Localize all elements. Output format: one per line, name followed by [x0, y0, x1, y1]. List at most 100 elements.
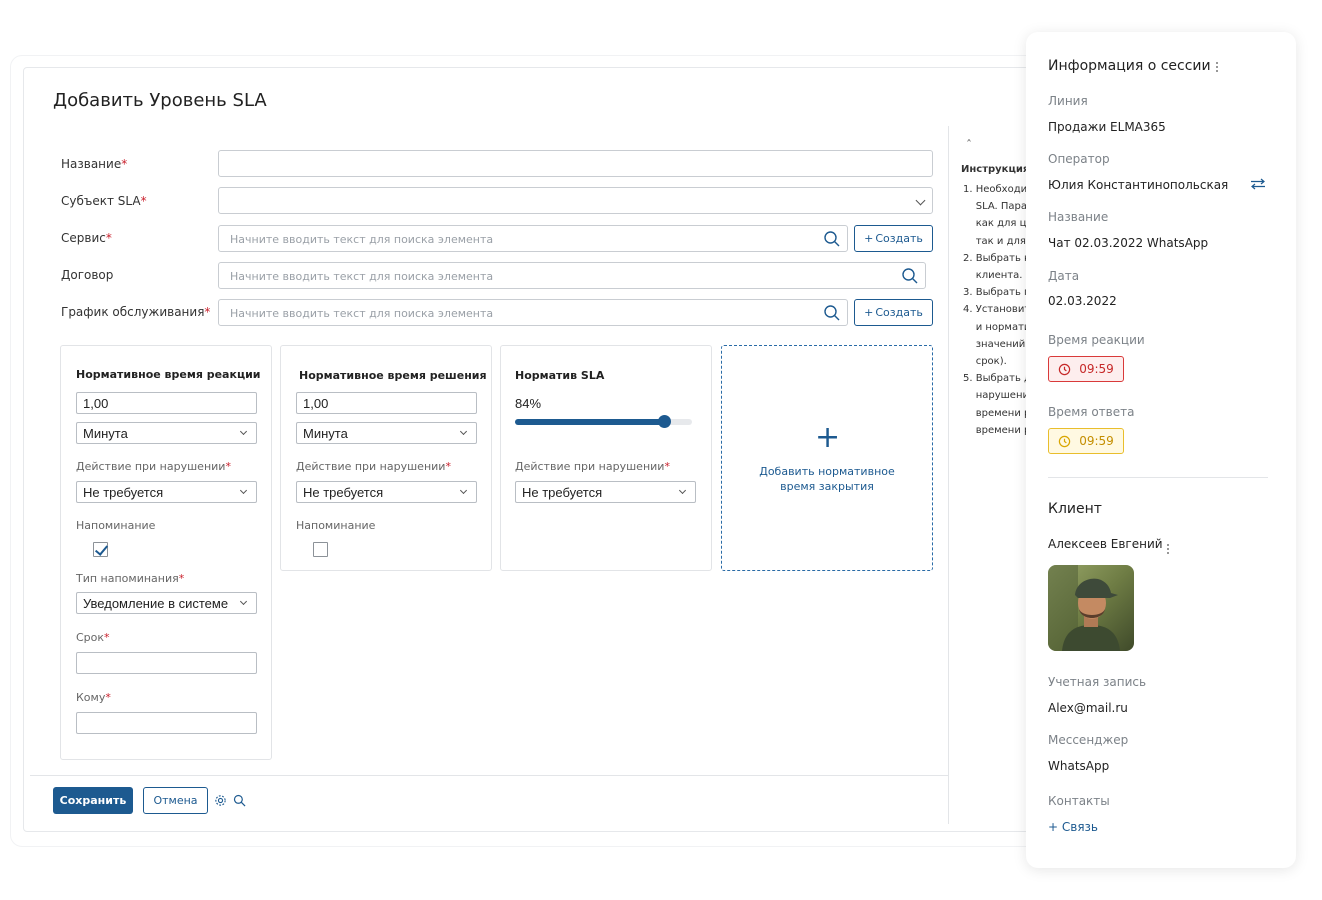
deadline-input[interactable]	[76, 652, 257, 674]
schedule-label: График обслуживания*	[61, 305, 211, 319]
contacts-label: Контакты	[1048, 794, 1110, 808]
subject-label: Субъект SLA*	[61, 194, 147, 208]
divider	[948, 126, 949, 824]
search-icon[interactable]	[823, 304, 841, 322]
resolution-value-input[interactable]: 1,00	[296, 392, 477, 414]
violation-select[interactable]: Не требуется	[296, 481, 477, 503]
line-label: Линия	[1048, 94, 1088, 108]
client-title: Клиент	[1048, 501, 1102, 517]
instruction-line: 2. Выбрать к	[963, 252, 1026, 264]
instruction-line: клиента.	[963, 270, 1023, 282]
sla-slider[interactable]	[515, 415, 692, 428]
search-icon[interactable]	[901, 267, 919, 285]
search-icon[interactable]	[233, 794, 246, 807]
chevron-down-icon	[459, 427, 468, 436]
service-label: Сервис*	[61, 231, 112, 245]
chevron-down-icon	[239, 597, 248, 606]
contract-search-input[interactable]: Начните вводить текст для поиска элемент…	[218, 262, 926, 289]
violation-label: Действие при нарушении*	[296, 460, 451, 473]
operator-value: Юлия Константинопольская	[1048, 178, 1229, 192]
reminder-type-label: Тип напоминания*	[76, 572, 185, 585]
panel-title: Информация о сессии	[1048, 58, 1211, 74]
instruction-line: и нормати	[963, 321, 1026, 333]
contract-label: Договор	[61, 268, 114, 282]
more-icon[interactable]	[1216, 62, 1219, 73]
reaction-unit-select[interactable]: Минута	[76, 422, 257, 444]
chat-name-value: Чат 02.03.2022 WhatsApp	[1048, 236, 1209, 250]
card-title: Норматив SLA	[515, 369, 605, 382]
divider	[30, 775, 948, 776]
violation-label: Действие при нарушении*	[515, 460, 670, 473]
messenger-value: WhatsApp	[1048, 759, 1110, 773]
response-time-badge: 09:59	[1048, 428, 1124, 454]
search-icon[interactable]	[823, 230, 841, 248]
name-input[interactable]	[218, 150, 933, 177]
sla-percent-value: 84%	[515, 396, 542, 411]
instructions-list: 1. Необходи SLA. Пара как для це так и д…	[963, 181, 1026, 439]
gear-icon[interactable]	[214, 794, 227, 807]
transfer-icon[interactable]	[1250, 178, 1266, 190]
session-info-panel: Информация о сессии Линия Продажи ELMA36…	[1026, 32, 1296, 868]
schedule-search-input[interactable]: Начните вводить текст для поиска элемент…	[218, 299, 848, 326]
plus-icon: +	[864, 232, 874, 245]
chevron-down-icon	[678, 486, 687, 495]
reminder-checkbox[interactable]	[313, 542, 328, 557]
deadline-label: Срок*	[76, 631, 110, 644]
service-search-input[interactable]: Начните вводить текст для поиска элемент…	[218, 225, 848, 252]
collapse-icon[interactable]: ˆ	[966, 138, 986, 152]
instruction-line: так и для	[963, 235, 1026, 247]
instruction-line: 4. Установит	[963, 304, 1026, 316]
add-contact-link[interactable]: + Связь	[1048, 820, 1098, 834]
response-time-label: Время ответа	[1048, 405, 1135, 419]
violation-select[interactable]: Не требуется	[515, 481, 696, 503]
account-value: Alex@mail.ru	[1048, 701, 1128, 715]
add-closing-time-card[interactable]: + Добавить нормативное время закрытия	[721, 345, 933, 571]
avatar	[1048, 565, 1134, 651]
sla-norm-card: Норматив SLA 84% Действие при нарушении*…	[500, 345, 712, 571]
reminder-checkbox[interactable]	[93, 542, 108, 557]
name-label: Название*	[61, 157, 128, 171]
reaction-value-input[interactable]: 1,00	[76, 392, 257, 414]
instructions-title: Инструкция	[961, 164, 1027, 175]
chevron-down-icon	[459, 486, 468, 495]
to-label: Кому*	[76, 691, 111, 704]
more-icon[interactable]	[1167, 544, 1170, 555]
instruction-line: срок).	[963, 356, 1007, 368]
reaction-time-label: Время реакции	[1048, 333, 1145, 347]
save-button[interactable]: Сохранить	[53, 787, 133, 814]
chat-name-label: Название	[1048, 210, 1109, 224]
reminder-type-select[interactable]: Уведомление в системе	[76, 592, 257, 614]
service-create-button[interactable]: + Создать	[854, 225, 933, 252]
instruction-line: 5. Выбрать д	[963, 373, 1026, 385]
to-input[interactable]	[76, 712, 257, 734]
slider-fill	[515, 419, 664, 425]
reaction-time-card: Нормативное время реакции 1,00 Минута Де…	[60, 345, 272, 760]
date-value: 02.03.2022	[1048, 294, 1117, 308]
card-title: Нормативное время решения	[299, 369, 487, 382]
page-title: Добавить Уровень SLA	[53, 90, 267, 111]
slider-thumb[interactable]	[657, 415, 671, 428]
add-closing-time-label: Добавить нормативное время закрытия	[759, 465, 895, 493]
chevron-down-icon	[239, 427, 248, 436]
plus-icon: +	[864, 306, 874, 319]
schedule-create-button[interactable]: + Создать	[854, 299, 933, 326]
instruction-line: SLA. Пара	[963, 201, 1026, 213]
instruction-line: времени р	[963, 424, 1026, 436]
instruction-line: нарушени	[963, 390, 1026, 402]
chevron-down-icon	[915, 195, 926, 206]
card-title: Нормативное время реакции	[76, 368, 261, 381]
violation-select[interactable]: Не требуется	[76, 481, 257, 503]
reminder-label: Напоминание	[296, 519, 376, 532]
cancel-button[interactable]: Отмена	[143, 787, 208, 814]
clock-icon	[1058, 435, 1071, 447]
violation-label: Действие при нарушении*	[76, 460, 231, 473]
instruction-line: как для це	[963, 218, 1026, 230]
date-label: Дата	[1048, 269, 1080, 283]
resolution-time-card: Нормативное время решения 1,00 Минута Де…	[280, 345, 492, 571]
instruction-line: 3. Выбрать г	[963, 287, 1026, 299]
subject-select[interactable]	[218, 187, 933, 214]
divider	[1048, 477, 1268, 478]
instruction-line: значений	[963, 338, 1026, 350]
resolution-unit-select[interactable]: Минута	[296, 422, 477, 444]
messenger-label: Мессенджер	[1048, 733, 1129, 747]
